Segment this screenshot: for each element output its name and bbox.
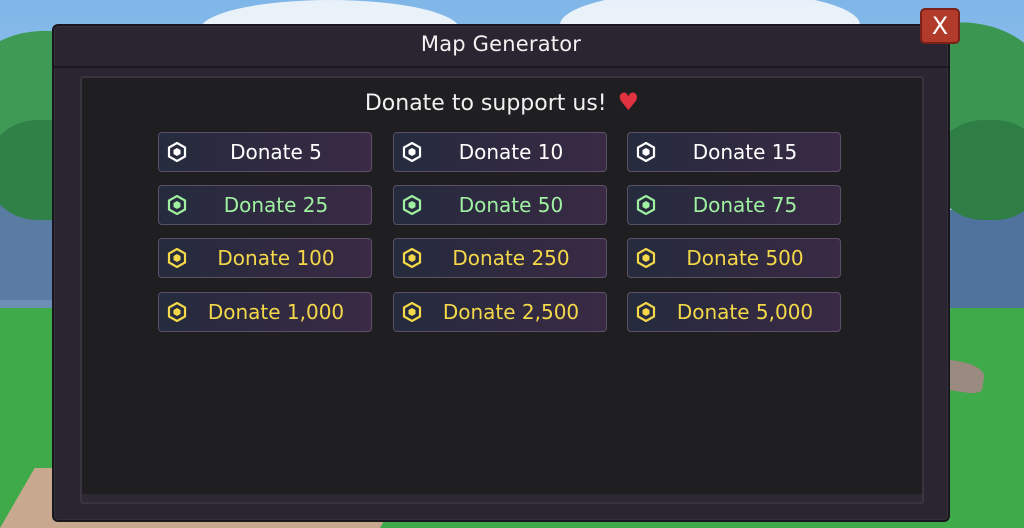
robux-icon: [402, 195, 422, 215]
robux-icon: [402, 302, 422, 322]
donate-button[interactable]: Donate 250: [393, 238, 607, 278]
donate-button-label: Donate 15: [692, 140, 798, 164]
donate-button[interactable]: Donate 75: [627, 185, 841, 225]
donate-button[interactable]: Donate 5,000: [627, 292, 841, 332]
robux-icon: [636, 142, 656, 162]
donate-button[interactable]: Donate 25: [158, 185, 372, 225]
donate-button-label: Donate 10: [458, 140, 564, 164]
donate-button[interactable]: Donate 500: [627, 238, 841, 278]
donate-button[interactable]: Donate 1,000: [158, 292, 372, 332]
robux-icon: [636, 302, 656, 322]
donate-button-label: Donate 50: [458, 193, 564, 217]
donate-button[interactable]: Donate 2,500: [393, 292, 607, 332]
donate-button[interactable]: Donate 5: [158, 132, 372, 172]
donate-button[interactable]: Donate 100: [158, 238, 372, 278]
title-divider: [54, 66, 948, 68]
robux-icon: [402, 248, 422, 268]
robux-icon: [167, 248, 187, 268]
donate-button-label: Donate 5: [230, 140, 322, 164]
donate-button-label: Donate 250: [452, 246, 570, 270]
donate-button-label: Donate 2,500: [442, 300, 580, 324]
donate-heading-text: Donate to support us!: [364, 91, 607, 116]
donate-heading: Donate to support us! ♥: [82, 88, 922, 116]
map-generator-window: Map Generator Donate to support us! ♥ Do…: [52, 24, 950, 522]
donate-button[interactable]: Donate 15: [627, 132, 841, 172]
robux-icon: [402, 142, 422, 162]
close-button[interactable]: X: [920, 8, 960, 44]
donate-button-label: Donate 25: [223, 193, 329, 217]
donate-button-label: Donate 5,000: [676, 300, 814, 324]
donate-button[interactable]: Donate 50: [393, 185, 607, 225]
panel-footer: [82, 494, 922, 502]
donate-button-label: Donate 1,000: [207, 300, 345, 324]
robux-icon: [167, 142, 187, 162]
window-title: Map Generator: [420, 32, 582, 56]
donate-button[interactable]: Donate 10: [393, 132, 607, 172]
donate-button-label: Donate 100: [217, 246, 335, 270]
robux-icon: [636, 248, 656, 268]
donate-button-label: Donate 500: [686, 246, 804, 270]
donate-button-label: Donate 75: [692, 193, 798, 217]
robux-icon: [636, 195, 656, 215]
donate-panel: Donate to support us! ♥ Donate 5 Donate 1…: [80, 76, 924, 504]
heart-icon: ♥: [617, 88, 640, 116]
robux-icon: [167, 195, 187, 215]
robux-icon: [167, 302, 187, 322]
